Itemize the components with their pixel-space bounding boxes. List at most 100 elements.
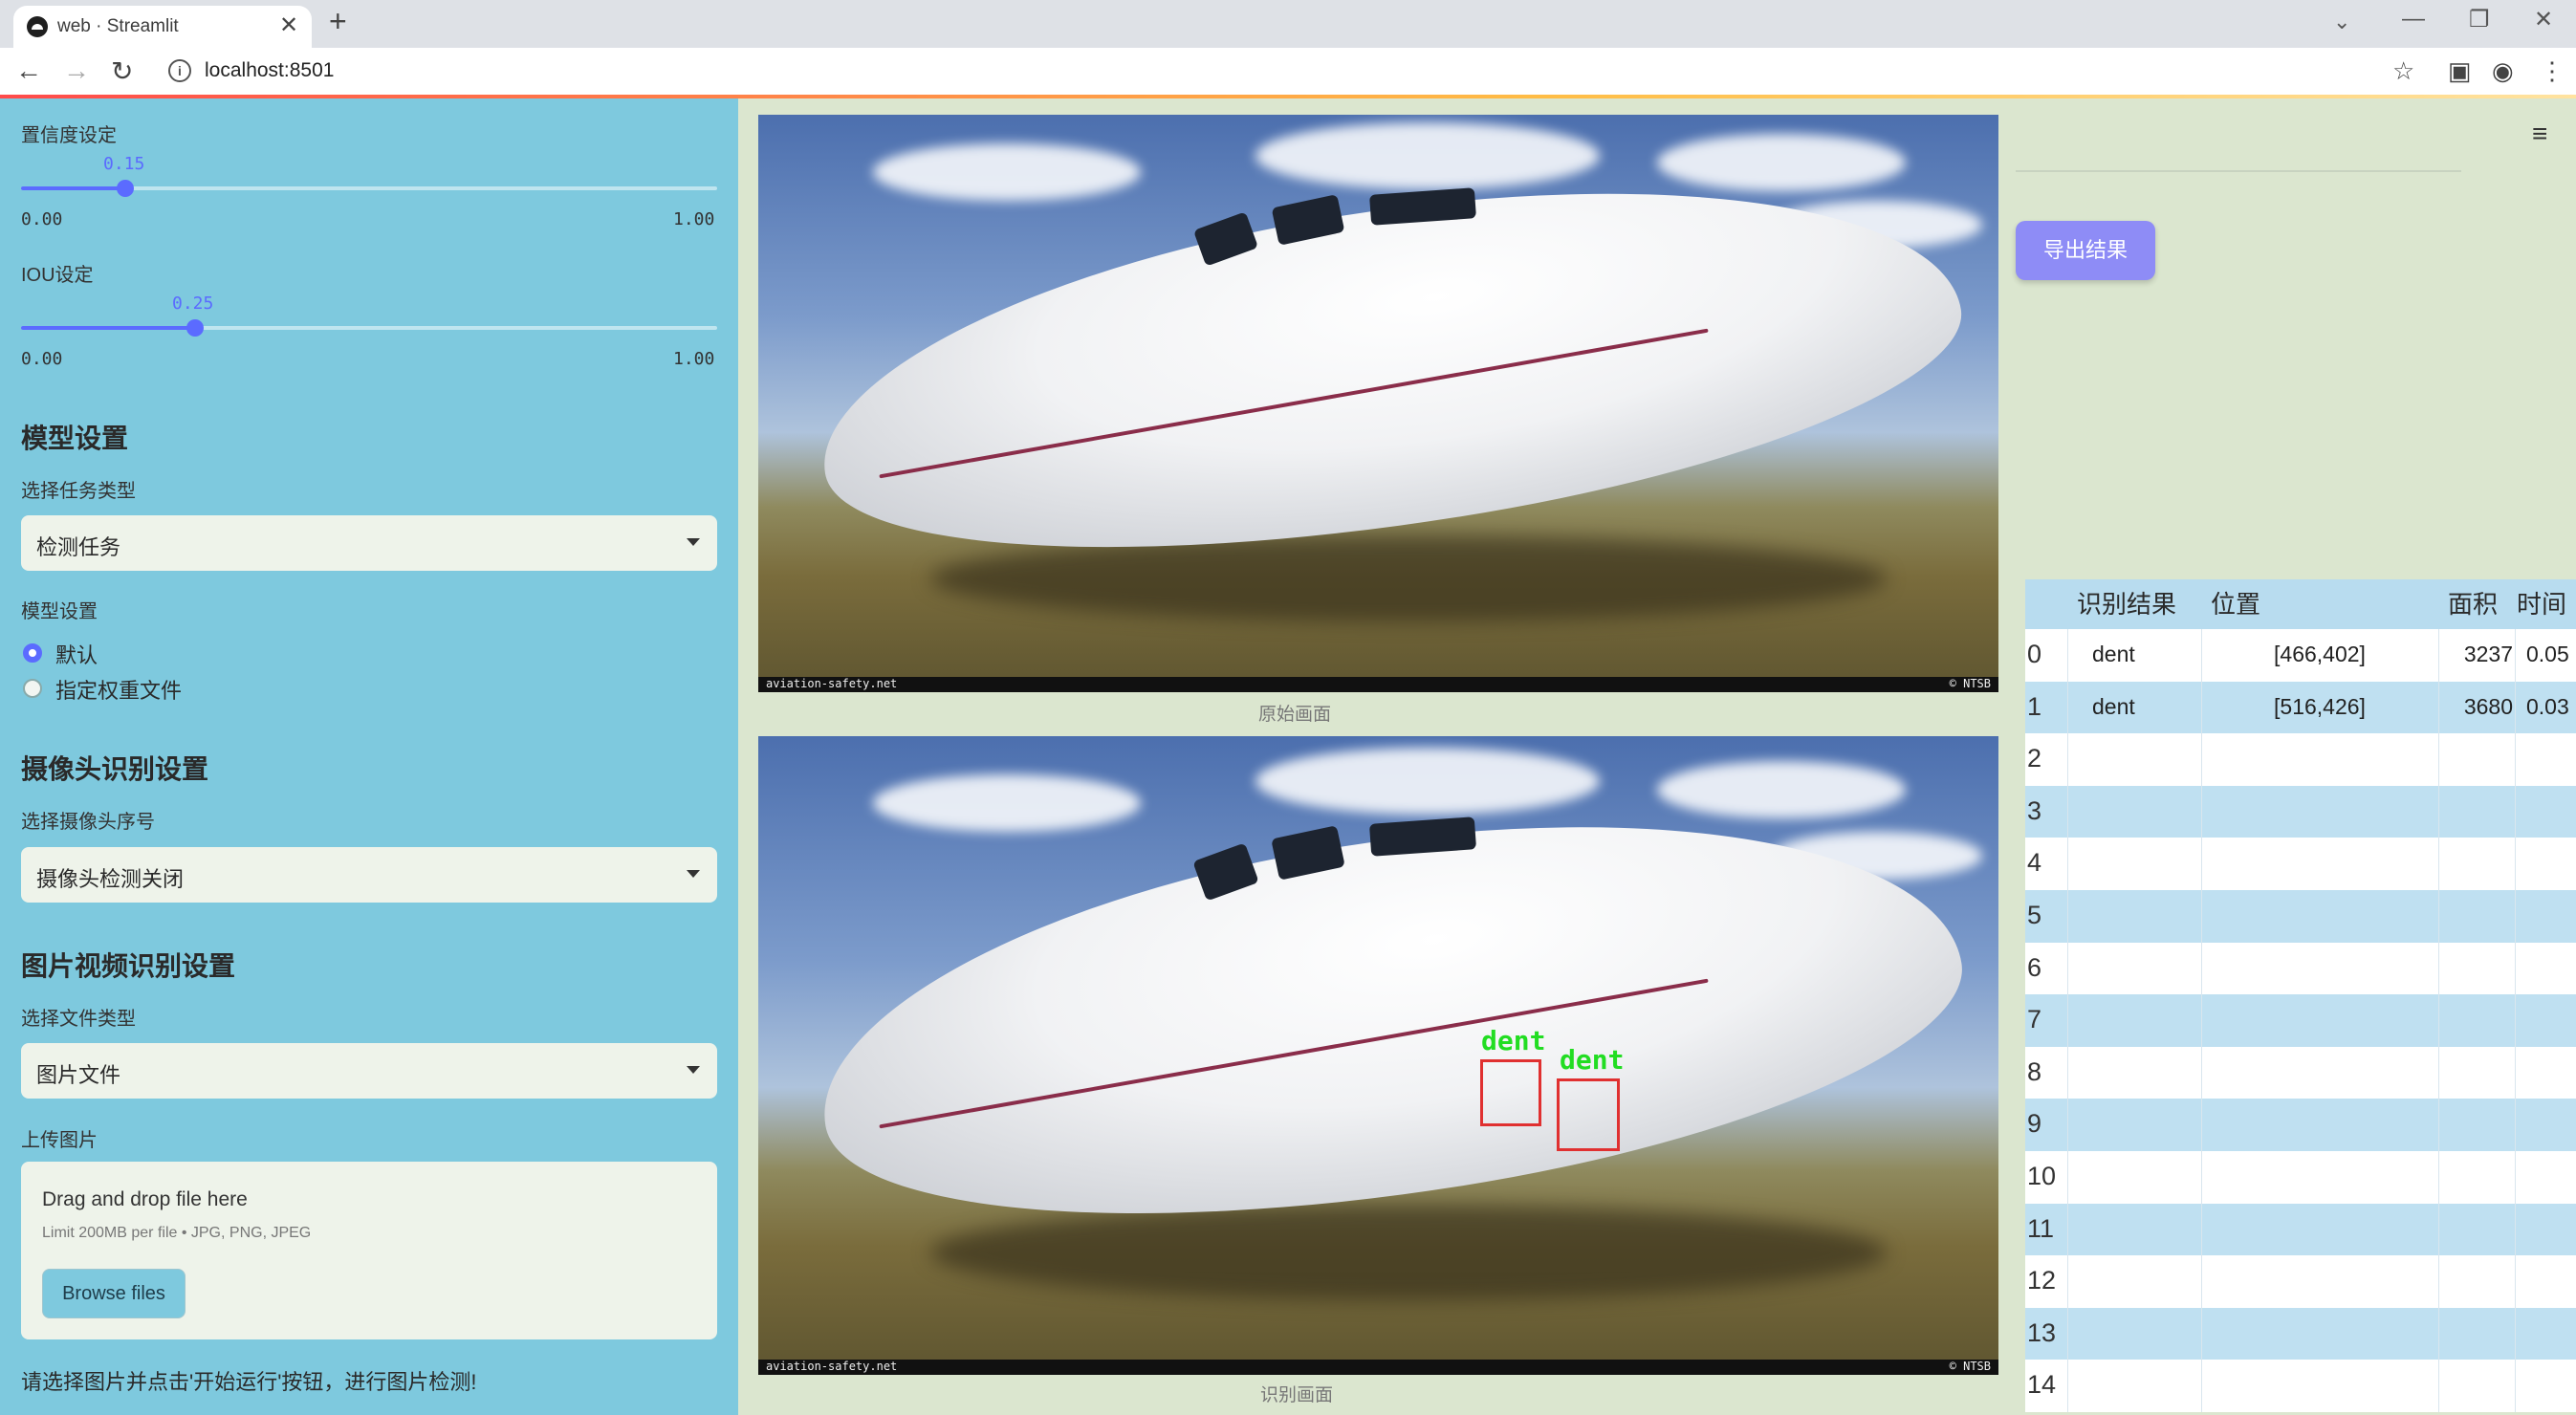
task-type-label: 选择任务类型 xyxy=(21,481,136,502)
table-row[interactable]: 6 xyxy=(2025,942,2576,995)
column-divider xyxy=(2515,1099,2516,1151)
column-divider xyxy=(2438,838,2439,890)
upload-label: 上传图片 xyxy=(21,1130,98,1151)
radio-default-label[interactable]: 默认 xyxy=(55,639,98,669)
browser-menu-icon[interactable]: ⋮ xyxy=(2540,56,2565,86)
window-close-icon[interactable]: ✕ xyxy=(2534,6,2553,33)
watermark-left: aviation-safety.net xyxy=(766,677,898,690)
table-row[interactable]: 0 dent [466,402] 3237 0.05 xyxy=(2025,629,2576,682)
file-type-label: 选择文件类型 xyxy=(21,1009,136,1030)
reload-icon[interactable]: ↻ xyxy=(111,55,133,87)
cell-area xyxy=(2448,786,2513,838)
column-divider xyxy=(2515,629,2516,682)
cell-result xyxy=(2092,1255,2197,1308)
table-row[interactable]: 2 xyxy=(2025,733,2576,786)
confidence-slider-thumb[interactable] xyxy=(117,180,135,197)
cell-position: [516,426] xyxy=(2274,693,2366,719)
export-results-button[interactable]: 导出结果 xyxy=(2016,221,2155,280)
column-divider xyxy=(2201,1046,2202,1099)
browser-toolbar: ← → ↻ i localhost:8501 ☆ ▣ ◉ ⋮ xyxy=(0,48,2576,96)
column-divider xyxy=(2067,785,2068,838)
column-divider xyxy=(2438,1307,2439,1361)
table-row[interactable]: 4 xyxy=(2025,838,2576,890)
table-row[interactable]: 13 xyxy=(2025,1307,2576,1361)
column-divider xyxy=(2067,1360,2068,1412)
table-row[interactable]: 7 xyxy=(2025,994,2576,1047)
table-row[interactable]: 9 xyxy=(2025,1099,2576,1151)
column-divider xyxy=(2067,1099,2068,1151)
browse-files-button[interactable]: Browse files xyxy=(42,1269,186,1318)
column-divider xyxy=(2515,1255,2516,1308)
radio-custom-weights-label[interactable]: 指定权重文件 xyxy=(55,674,182,705)
column-divider xyxy=(2201,942,2202,995)
cell-position xyxy=(2211,1255,2429,1308)
forward-arrow-icon[interactable]: → xyxy=(63,55,90,86)
tab-close-icon[interactable]: ✕ xyxy=(279,11,298,39)
column-divider xyxy=(2201,1307,2202,1361)
table-row[interactable]: 11 xyxy=(2025,1203,2576,1256)
hamburger-menu-icon[interactable]: ≡ xyxy=(2532,119,2547,149)
column-divider xyxy=(2201,1151,2202,1204)
camera-index-select[interactable]: 摄像头检测关闭 xyxy=(21,847,717,903)
column-divider xyxy=(2067,1151,2068,1204)
site-info-icon[interactable]: i xyxy=(168,59,191,82)
cell-time xyxy=(2526,733,2576,786)
column-divider xyxy=(2201,1099,2202,1151)
column-divider xyxy=(2067,1203,2068,1256)
column-header-area[interactable]: 面积 xyxy=(2448,579,2515,629)
cell-position xyxy=(2211,1151,2429,1204)
table-row[interactable]: 1 dent [516,426] 3680 0.03 xyxy=(2025,681,2576,734)
file-type-select[interactable]: 图片文件 xyxy=(21,1043,717,1099)
confidence-slider[interactable] xyxy=(21,180,717,197)
cell-result xyxy=(2092,733,2197,786)
iou-value: 0.25 xyxy=(172,294,214,314)
confidence-slider-fill xyxy=(21,186,126,190)
cell-area xyxy=(2448,1255,2513,1308)
chevron-down-icon xyxy=(687,1066,700,1074)
bookmark-star-icon[interactable]: ☆ xyxy=(2392,56,2414,86)
row-index: 9 xyxy=(2027,1109,2042,1139)
browser-tab-bar: web · Streamlit ✕ + ⌄ — ❐ ✕ xyxy=(0,0,2576,48)
column-divider xyxy=(2201,994,2202,1047)
table-row[interactable]: 5 xyxy=(2025,890,2576,943)
minimize-icon[interactable]: — xyxy=(2402,6,2425,33)
iou-slider-thumb[interactable] xyxy=(186,319,204,337)
sidebar: 置信度设定 0.15 0.00 1.00 IOU设定 0.25 0.00 1.0… xyxy=(0,98,738,1415)
cell-position xyxy=(2211,838,2429,890)
iou-min: 0.00 xyxy=(21,349,63,369)
new-tab-button[interactable]: + xyxy=(329,4,347,39)
column-header-position[interactable]: 位置 xyxy=(2211,579,2325,629)
column-header-result[interactable]: 识别结果 xyxy=(2077,579,2201,629)
cell-time xyxy=(2526,890,2576,943)
restore-icon[interactable]: ❐ xyxy=(2469,6,2490,33)
side-panel-icon[interactable]: ▣ xyxy=(2448,56,2472,86)
radio-default[interactable] xyxy=(23,643,42,663)
profile-avatar-icon[interactable]: ◉ xyxy=(2492,56,2514,86)
browser-tab[interactable]: web · Streamlit ✕ xyxy=(13,6,312,48)
table-row[interactable]: 12 xyxy=(2025,1255,2576,1308)
column-divider xyxy=(2515,1046,2516,1099)
table-row[interactable]: 10 xyxy=(2025,1151,2576,1204)
iou-slider[interactable] xyxy=(21,319,717,337)
cell-result xyxy=(2092,994,2197,1047)
tab-title: web · Streamlit xyxy=(57,16,179,36)
cell-position xyxy=(2211,1099,2429,1151)
iou-label: IOU设定 xyxy=(21,265,94,286)
cell-area xyxy=(2448,943,2513,995)
table-row[interactable]: 14 xyxy=(2025,1360,2576,1412)
tab-search-chevron-icon[interactable]: ⌄ xyxy=(2333,10,2350,34)
task-type-select[interactable]: 检测任务 xyxy=(21,515,717,571)
cell-position xyxy=(2211,733,2429,786)
table-row[interactable]: 8 xyxy=(2025,1046,2576,1099)
table-row[interactable]: 3 xyxy=(2025,785,2576,838)
back-arrow-icon[interactable]: ← xyxy=(15,55,42,86)
radio-custom-weights[interactable] xyxy=(23,679,42,698)
streamlit-favicon-icon xyxy=(27,16,48,37)
column-divider xyxy=(2201,838,2202,890)
column-divider xyxy=(2438,733,2439,786)
column-header-time[interactable]: 时间 xyxy=(2517,579,2576,629)
result-image: dent dent aviation-safety.net © NTSB xyxy=(758,736,1998,1375)
column-divider xyxy=(2201,890,2202,943)
address-bar[interactable]: localhost:8501 xyxy=(205,59,334,82)
file-uploader-dropzone[interactable]: Drag and drop file here Limit 200MB per … xyxy=(21,1162,717,1339)
